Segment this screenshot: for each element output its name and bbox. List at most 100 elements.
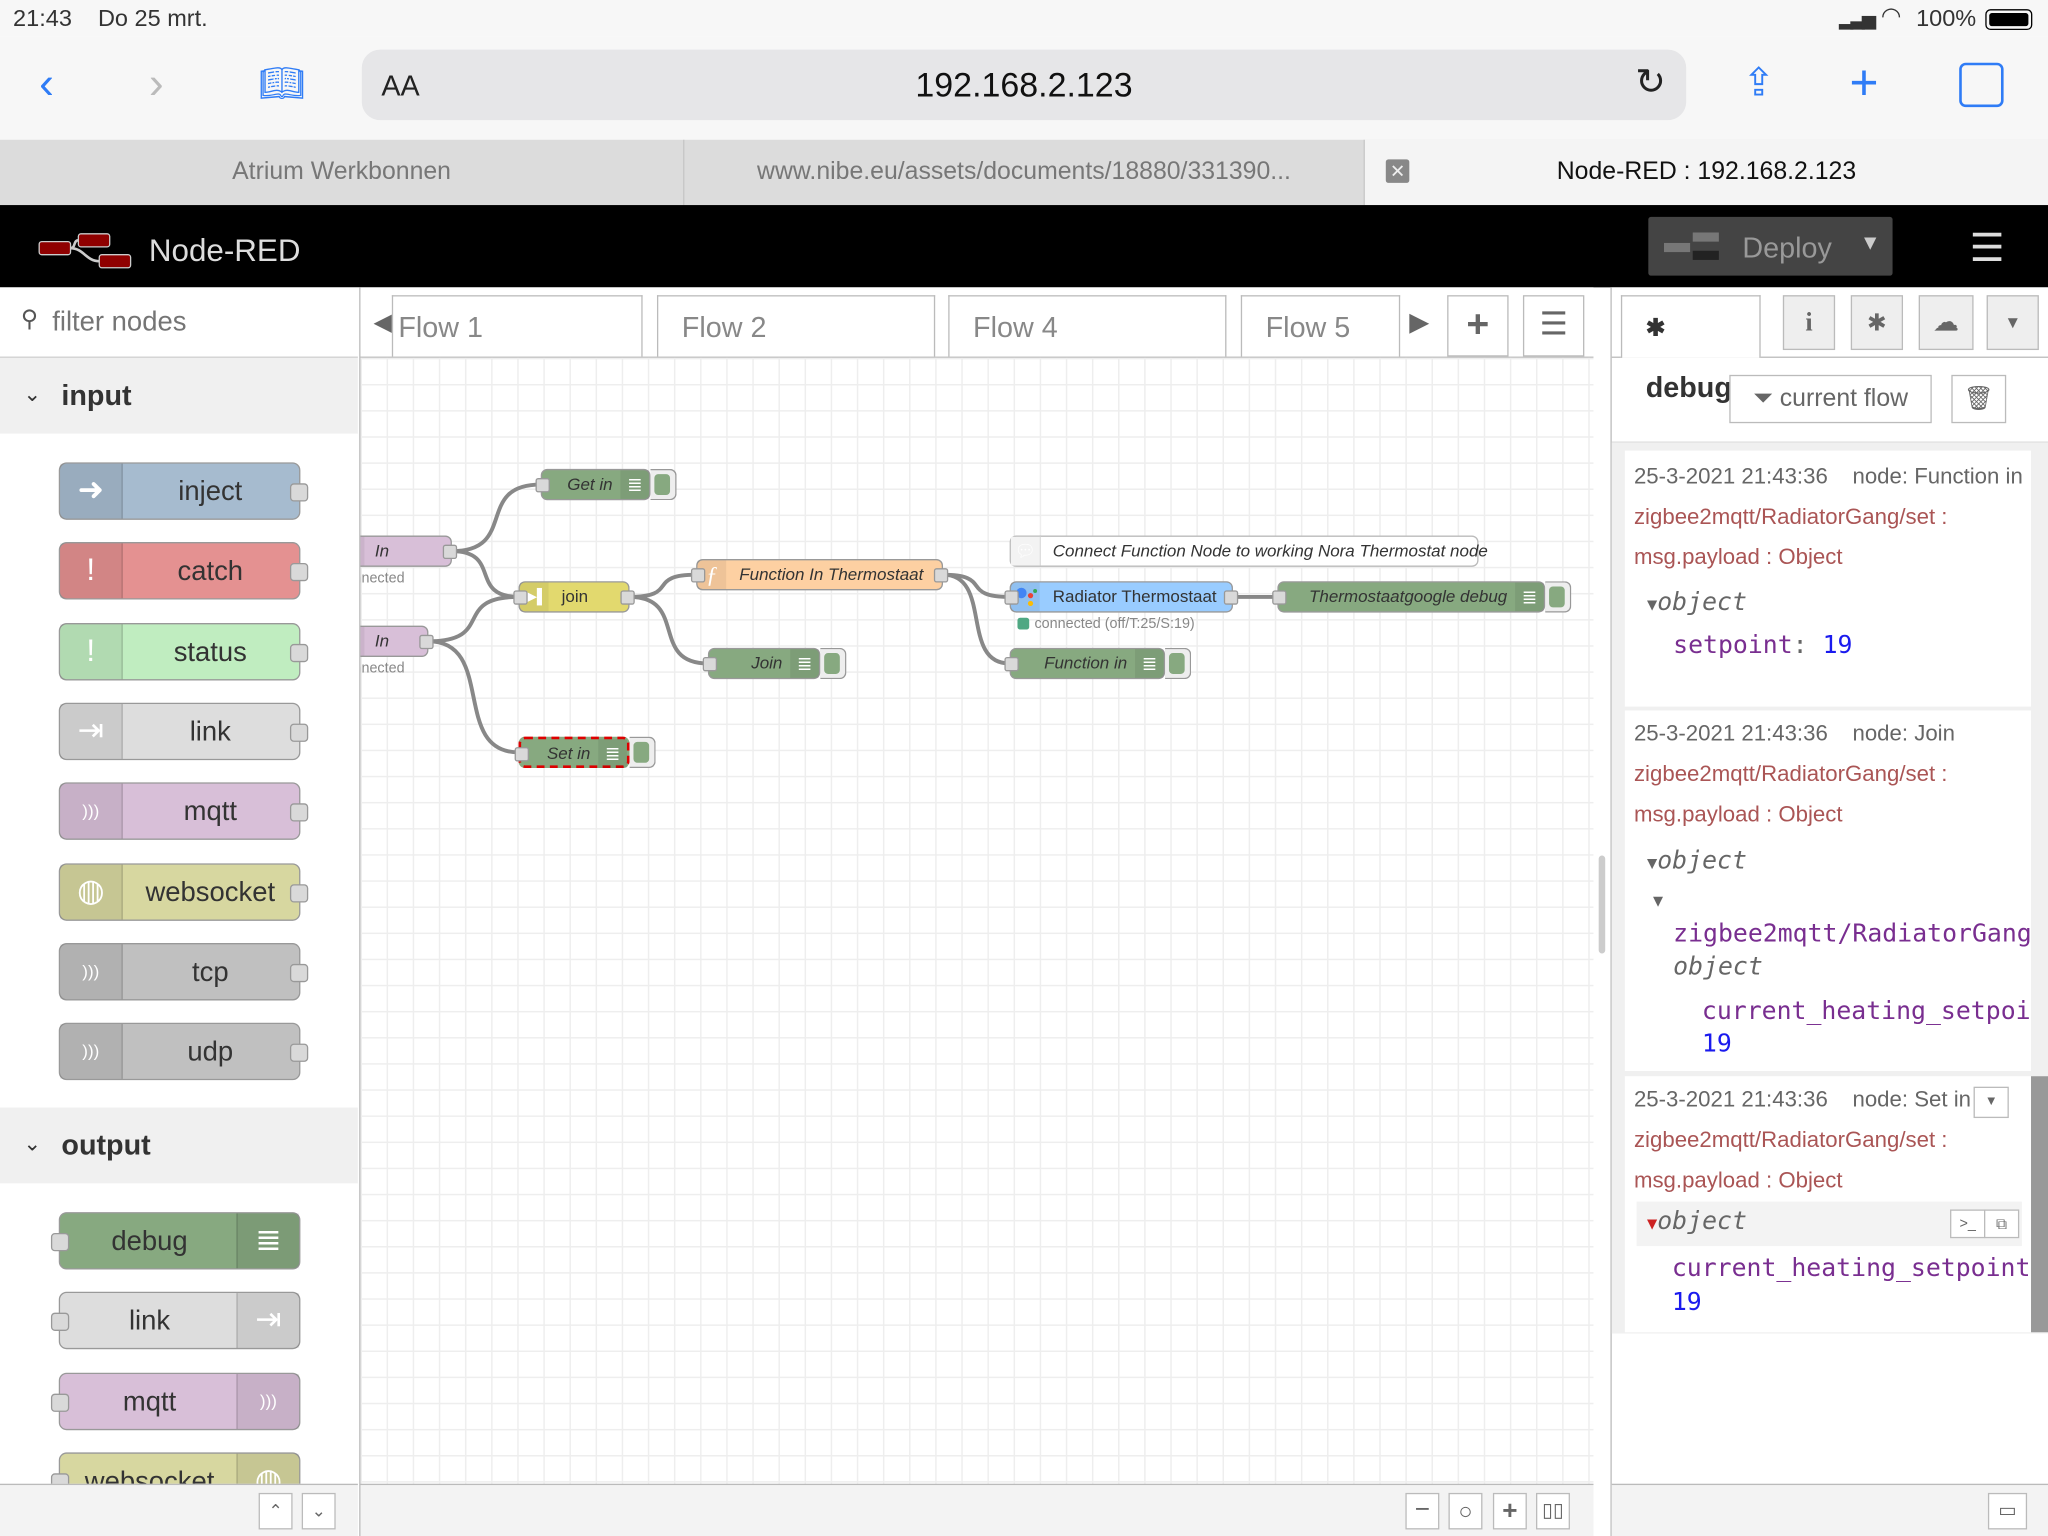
object-toggle[interactable]: ▼object — [1634, 583, 2026, 626]
message-node[interactable]: node: Join — [1852, 721, 1954, 746]
output-port[interactable] — [933, 568, 949, 583]
flow-node-fn[interactable]: ƒ Function In Thermostaat — [690, 559, 949, 591]
wire-join-joindbg[interactable] — [629, 594, 708, 666]
copy-path-button[interactable]: >_ — [1950, 1209, 1986, 1239]
debug-toggle-button[interactable] — [650, 468, 677, 501]
zoom-in-button[interactable]: + — [1492, 1492, 1527, 1530]
browser-tab[interactable]: Atrium Werkbonnen — [0, 139, 685, 206]
subobject-toggle[interactable]: ▼ — [1634, 884, 2031, 918]
debug-toggle-button[interactable] — [820, 647, 847, 680]
message-node[interactable]: node: Set in — [1852, 1087, 1971, 1112]
forward-icon[interactable]: › — [149, 57, 164, 109]
wire-in2-setin[interactable] — [428, 639, 519, 755]
bookmarks-icon[interactable]: 📖︎ — [259, 57, 305, 109]
tab-flow-1[interactable]: Flow 1 — [391, 295, 643, 357]
palette-node-link[interactable]: ⇥ link — [58, 702, 309, 761]
tab-flow-4[interactable]: Flow 4 — [948, 295, 1227, 357]
palette-node-inject[interactable]: ➜ inject — [58, 462, 309, 520]
zoom-out-button[interactable]: − — [1405, 1492, 1440, 1530]
input-port[interactable] — [513, 590, 528, 605]
navigator-map-icon[interactable]: ▯▯ — [1535, 1492, 1570, 1530]
output-port[interactable] — [620, 590, 635, 605]
message-menu-button[interactable]: ▼ — [1973, 1086, 2009, 1119]
palette-category-output[interactable]: ⌄ output — [0, 1107, 358, 1184]
flow-node-getin[interactable]: Get in ≣ — [535, 468, 651, 501]
copy-value-button[interactable]: ⧉ — [1983, 1209, 2020, 1239]
object-toggle[interactable]: ▼object — [1634, 841, 2031, 884]
flow-node-comment[interactable]: 💬︎ Connect Function Node to working Nora … — [1009, 535, 1488, 567]
tab-flow-5[interactable]: Flow 5 — [1240, 295, 1401, 357]
flow-node-in2[interactable]: In — [360, 625, 434, 657]
sidebar-tabs-menu-icon[interactable]: ▼ — [1986, 295, 2039, 351]
reload-icon[interactable]: ↻ — [1635, 60, 1666, 103]
tabs-overview-icon[interactable] — [1959, 62, 2004, 108]
share-icon[interactable]: ⇪ — [1742, 57, 1775, 109]
wire-in2-join[interactable] — [428, 594, 519, 644]
close-tab-icon[interactable]: ✕ — [1385, 159, 1410, 183]
scroll-right-icon[interactable]: ▶ — [1409, 306, 1429, 339]
palette-node-debug[interactable]: ≣ debug — [50, 1212, 301, 1270]
input-port[interactable] — [1004, 590, 1019, 605]
flow-node-joindbg[interactable]: Join ≣ — [702, 647, 821, 680]
wire-in1-getin[interactable] — [451, 482, 541, 554]
zoom-reset-button[interactable]: ○ — [1448, 1492, 1483, 1530]
palette-node-tcp[interactable]: ))) tcp — [58, 942, 309, 1001]
scroll-left-icon[interactable]: ◀ — [374, 306, 394, 339]
palette-node-status[interactable]: ! status — [58, 622, 309, 680]
flow-node-join[interactable]: ⁝▶▌ join — [513, 581, 635, 613]
palette-category-input[interactable]: ⌄ input — [0, 357, 358, 434]
back-icon[interactable]: ‹ — [39, 57, 54, 109]
canvas-scrollbar[interactable] — [1598, 855, 1606, 954]
input-port[interactable] — [1272, 590, 1287, 605]
browser-tab[interactable]: www.nibe.eu/assets/documents/18880/33139… — [684, 139, 1365, 206]
debug-tab-icon[interactable]: ✱ — [1850, 295, 1904, 351]
wire-join-fn[interactable] — [629, 572, 697, 599]
input-port[interactable] — [1004, 656, 1019, 672]
flow-node-in1[interactable]: In — [360, 535, 458, 567]
filter-current-flow-button[interactable]: ⏷ current flow — [1729, 374, 1932, 424]
message-node[interactable]: node: Function in — [1852, 464, 2022, 489]
new-tab-icon[interactable]: + — [1849, 57, 1878, 109]
palette-node-mqtt[interactable]: ))) mqtt — [58, 782, 309, 841]
browser-tab-active[interactable]: ✕ Node-RED : 192.168.2.123 — [1364, 139, 2048, 206]
tab-debug[interactable]: ✱ debug — [1620, 295, 1761, 404]
debug-toggle-button[interactable] — [629, 736, 656, 768]
url-text[interactable]: 192.168.2.123 — [362, 65, 1686, 105]
input-port[interactable] — [690, 568, 706, 583]
filter-nodes-input[interactable] — [49, 300, 343, 345]
input-port[interactable] — [702, 656, 718, 672]
flow-node-fnin[interactable]: Function in ≣ — [1004, 647, 1166, 680]
palette-node-catch[interactable]: ! catch — [58, 542, 309, 600]
wire-in1-join[interactable] — [451, 549, 519, 599]
palette-node-link[interactable]: ⇥ link — [50, 1292, 301, 1350]
open-window-icon[interactable]: ▭ — [1987, 1492, 2028, 1530]
flow-node-setin[interactable]: Set in ≣ — [514, 736, 630, 768]
output-port[interactable] — [442, 544, 458, 560]
clear-messages-button[interactable]: 🗑︎ — [1951, 374, 2007, 424]
address-bar[interactable]: AA 192.168.2.123 ↻ — [361, 49, 1687, 121]
flow-canvas[interactable]: connected In connected In Get in ≣ ⁝▶▌join ƒFun… — [360, 357, 1594, 1484]
input-port[interactable] — [514, 747, 529, 762]
palette-node-mqtt[interactable]: ))) mqtt — [50, 1372, 301, 1430]
expand-all-button[interactable]: ⌄ — [301, 1492, 336, 1530]
add-flow-button[interactable]: + — [1447, 295, 1509, 357]
palette-filter[interactable]: ⚲ — [0, 287, 358, 358]
flow-node-radiator[interactable]: Radiator Thermostaat — [1004, 581, 1239, 613]
cloud-tab-icon[interactable]: ☁ — [1918, 295, 1974, 351]
deploy-button[interactable]: Deploy ▼ — [1648, 216, 1893, 276]
input-port[interactable] — [535, 478, 550, 493]
tab-flow-2[interactable]: Flow 2 — [656, 295, 936, 357]
palette-node-udp[interactable]: ))) udp — [58, 1022, 309, 1081]
chevron-down-icon[interactable]: ▼ — [1860, 232, 1881, 256]
sidebar-scrollbar[interactable] — [2031, 1076, 2048, 1333]
info-tab-icon[interactable]: i — [1782, 295, 1836, 351]
menu-icon[interactable]: ☰ — [1970, 226, 2005, 272]
list-flows-button[interactable]: ☰ — [1522, 295, 1585, 357]
palette-node-websocket[interactable]: ◍ websocket — [58, 862, 309, 921]
collapse-all-button[interactable]: ⌃ — [258, 1492, 293, 1530]
debug-toggle-button[interactable] — [1165, 647, 1192, 680]
debug-toggle-button[interactable] — [1545, 581, 1572, 613]
output-port[interactable] — [1223, 590, 1239, 605]
output-port[interactable] — [419, 634, 434, 650]
object-toggle[interactable]: ▼object — [1647, 1207, 1747, 1236]
